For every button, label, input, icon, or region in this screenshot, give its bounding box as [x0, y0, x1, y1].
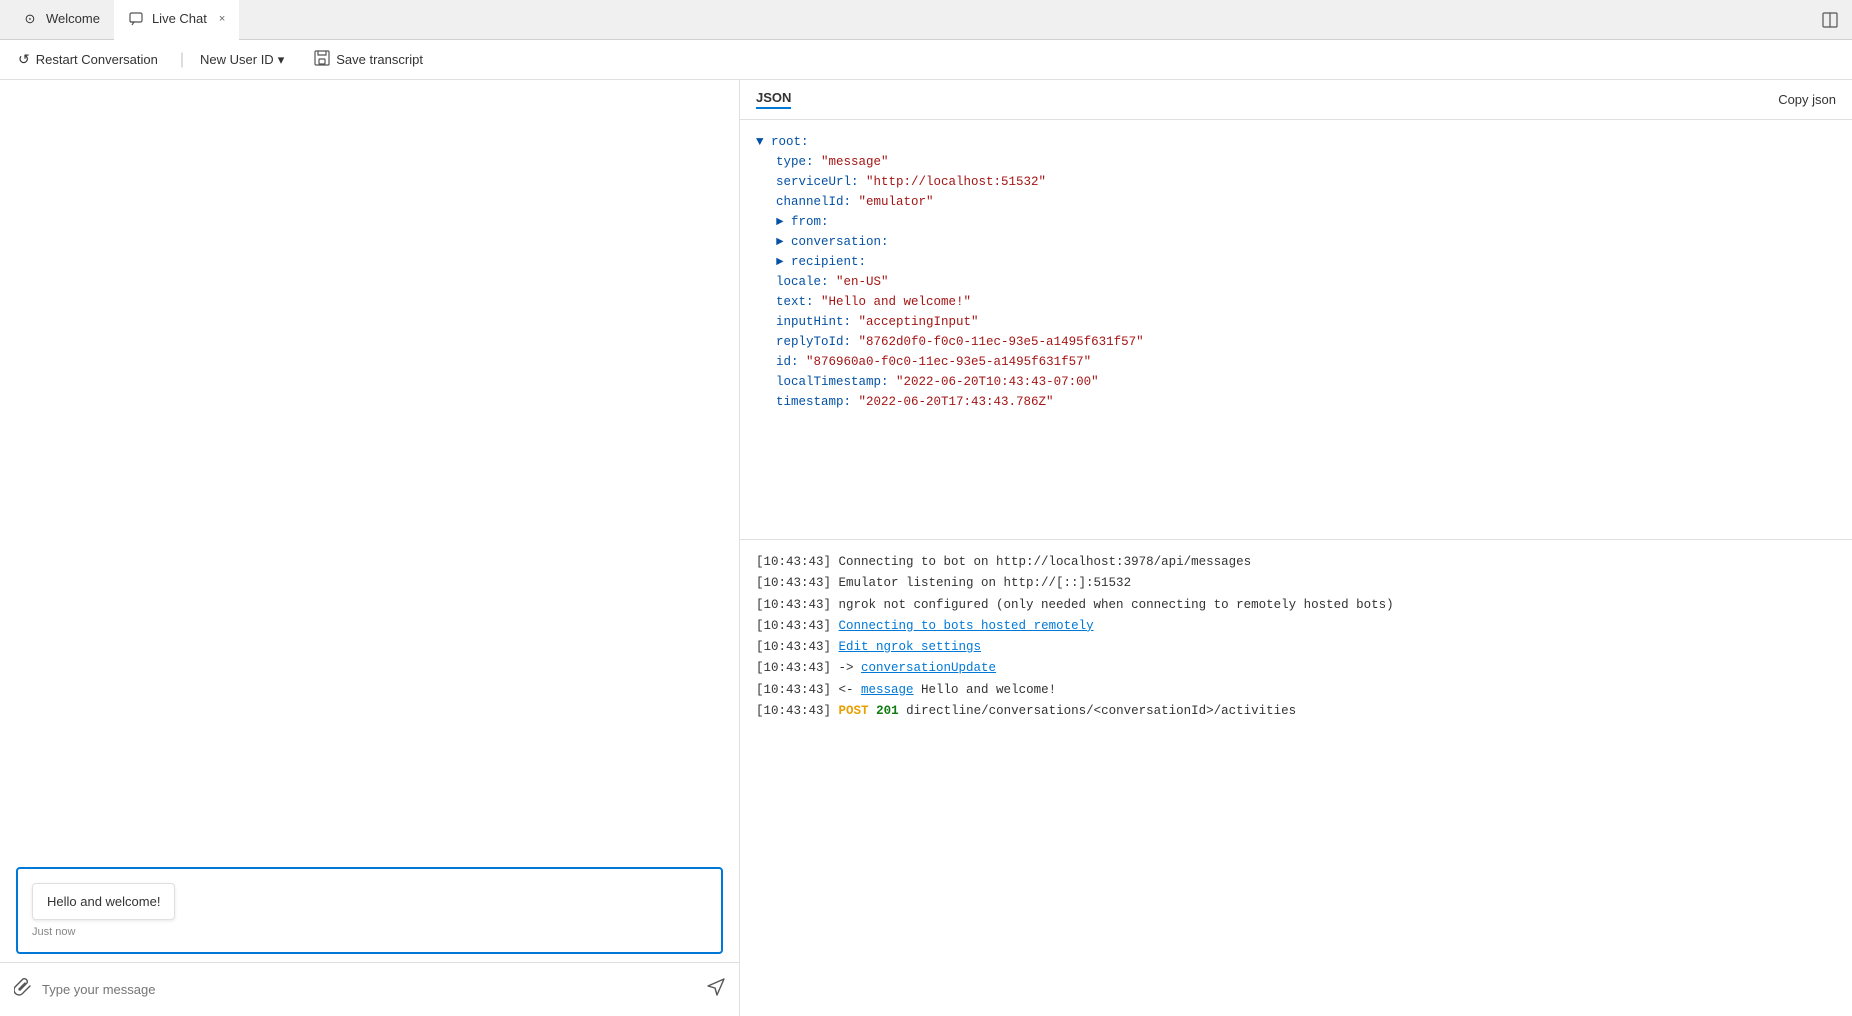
status-badge: 201 — [876, 704, 899, 718]
save-transcript-label: Save transcript — [336, 52, 423, 67]
json-channelid-line: channelId: "emulator" — [756, 192, 1836, 212]
chat-panel: Hello and welcome! Just now — [0, 80, 740, 1016]
json-id-line: id: "876960a0-f0c0-11ec-93e5-a1495f631f5… — [756, 352, 1836, 372]
json-from-line[interactable]: ► from: — [756, 212, 1836, 232]
new-user-id-label: New User ID — [200, 52, 274, 67]
json-serviceurl-line: serviceUrl: "http://localhost:51532" — [756, 172, 1836, 192]
log-entry-0: [10:43:43] Connecting to bot on http://l… — [756, 552, 1836, 573]
post-badge: POST — [839, 704, 869, 718]
json-conversation-line[interactable]: ► conversation: — [756, 232, 1836, 252]
json-panel: JSON Copy json ▼ root: type: "message" s… — [740, 80, 1852, 540]
split-view-button[interactable] — [1816, 6, 1844, 34]
chat-input-area — [0, 962, 739, 1016]
json-header: JSON Copy json — [740, 80, 1852, 120]
send-icon[interactable] — [707, 978, 725, 1001]
json-type-line: type: "message" — [756, 152, 1836, 172]
chat-input[interactable] — [42, 982, 697, 997]
log-entry-4: [10:43:43] Edit ngrok settings — [756, 637, 1836, 658]
json-locale-line: locale: "en-US" — [756, 272, 1836, 292]
json-localtimestamp-line: localTimestamp: "2022-06-20T10:43:43-07:… — [756, 372, 1836, 392]
log-entry-6: [10:43:43] <- message Hello and welcome! — [756, 680, 1836, 701]
json-inputhint-line: inputHint: "acceptingInput" — [756, 312, 1836, 332]
message-container: Hello and welcome! Just now — [0, 855, 739, 962]
connecting-bots-link[interactable]: Connecting to bots hosted remotely — [839, 619, 1094, 633]
tab-welcome[interactable]: ⊙ Welcome — [8, 0, 114, 40]
tab-bar: ⊙ Welcome Live Chat × — [0, 0, 1852, 40]
welcome-icon: ⊙ — [22, 11, 38, 27]
main-area: Hello and welcome! Just now — [0, 80, 1852, 1016]
log-entry-3: [10:43:43] Connecting to bots hosted rem… — [756, 616, 1836, 637]
tab-live-chat[interactable]: Live Chat × — [114, 0, 239, 40]
close-icon[interactable]: × — [219, 13, 225, 25]
json-timestamp-line: timestamp: "2022-06-20T17:43:43.786Z" — [756, 392, 1836, 412]
log-entry-1: [10:43:43] Emulator listening on http://… — [756, 573, 1836, 594]
attach-icon[interactable] — [14, 977, 32, 1002]
dropdown-arrow-icon: ▾ — [278, 52, 285, 68]
restart-conversation-button[interactable]: ↺ Restart Conversation — [12, 47, 164, 72]
log-entry-2: [10:43:43] ngrok not configured (only ne… — [756, 595, 1836, 616]
log-entry-5: [10:43:43] -> conversationUpdate — [756, 658, 1836, 679]
new-user-id-dropdown[interactable]: New User ID ▾ — [200, 52, 284, 68]
chat-icon — [128, 11, 144, 27]
json-title: JSON — [756, 90, 791, 109]
json-content: ▼ root: type: "message" serviceUrl: "htt… — [740, 120, 1852, 539]
save-icon — [314, 50, 330, 69]
chat-messages — [0, 80, 739, 855]
save-transcript-button[interactable]: Save transcript — [308, 46, 429, 73]
copy-json-button[interactable]: Copy json — [1778, 92, 1836, 107]
tab-welcome-label: Welcome — [46, 11, 100, 26]
log-panel: [10:43:43] Connecting to bot on http://l… — [740, 540, 1852, 1016]
message-bubble-text: Hello and welcome! — [47, 894, 160, 909]
log-entry-7: [10:43:43] POST 201 directline/conversat… — [756, 701, 1836, 722]
message-time: Just now — [32, 926, 707, 938]
conversation-update-link[interactable]: conversationUpdate — [861, 661, 996, 675]
tab-live-chat-label: Live Chat — [152, 11, 207, 26]
json-text-line: text: "Hello and welcome!" — [756, 292, 1836, 312]
json-recipient-line[interactable]: ► recipient: — [756, 252, 1836, 272]
message-link[interactable]: message — [861, 683, 914, 697]
message-row[interactable]: Hello and welcome! Just now — [16, 867, 723, 954]
message-bubble: Hello and welcome! — [32, 883, 175, 920]
restart-label: Restart Conversation — [36, 52, 158, 67]
restart-icon: ↺ — [18, 51, 30, 68]
toolbar-separator: | — [180, 51, 184, 69]
json-root-line[interactable]: ▼ root: — [756, 132, 1836, 152]
edit-ngrok-link[interactable]: Edit ngrok settings — [839, 640, 982, 654]
right-panel: JSON Copy json ▼ root: type: "message" s… — [740, 80, 1852, 1016]
toolbar: ↺ Restart Conversation | New User ID ▾ S… — [0, 40, 1852, 80]
json-replytoid-line: replyToId: "8762d0f0-f0c0-11ec-93e5-a149… — [756, 332, 1836, 352]
